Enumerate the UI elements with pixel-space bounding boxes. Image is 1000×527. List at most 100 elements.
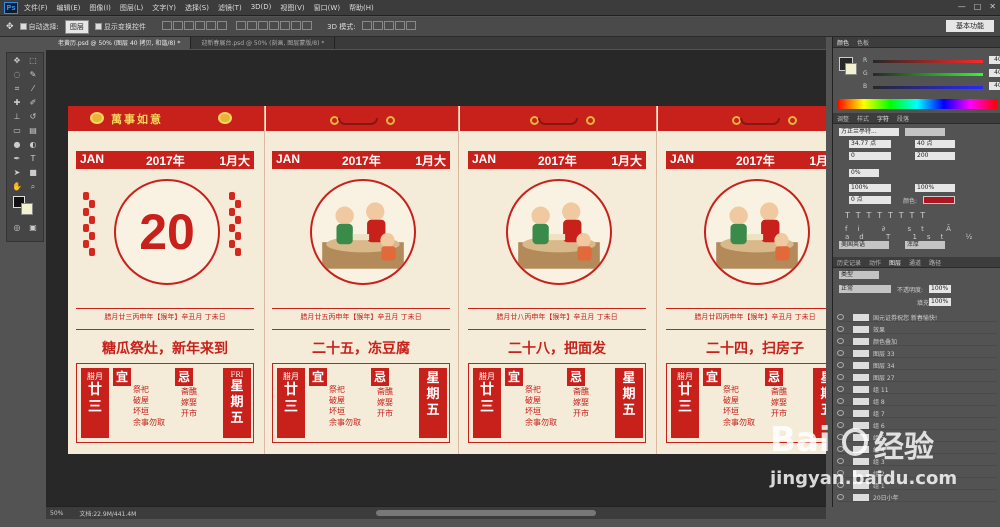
dodge-tool-icon[interactable]: ◐ [27, 140, 39, 150]
layer-filter-select[interactable]: 类型 [839, 271, 879, 279]
tab-channels[interactable]: 通道 [909, 258, 921, 267]
stamp-tool-icon[interactable]: ⊥ [11, 112, 23, 122]
visibility-eye-icon[interactable] [837, 374, 844, 380]
tab-color[interactable]: 颜色 [837, 38, 849, 47]
tab-yingxinchun[interactable]: 迎新春展台.psd @ 50% (刻画, 图层蒙版/8) * [191, 37, 336, 49]
text-color-swatch[interactable] [923, 196, 955, 204]
brush-tool-icon[interactable]: ✐ [27, 98, 39, 108]
menu-item[interactable]: 图像(I) [89, 3, 111, 13]
layer-row[interactable]: 图层 33 [837, 349, 997, 358]
tab-laohuangli[interactable]: 老黄历.psd @ 50% (图层 40 拷贝, 和谐/8) * [48, 37, 192, 49]
horizontal-scrollbar[interactable] [376, 510, 596, 516]
path-select-icon[interactable]: ➤ [11, 168, 23, 178]
font-style-select[interactable] [905, 128, 945, 136]
zoom-level[interactable]: 50% [50, 510, 63, 517]
font-family-select[interactable]: 方正兰亭特... [839, 128, 899, 136]
leading-field[interactable]: 40 点 [915, 140, 955, 148]
visibility-eye-icon[interactable] [837, 386, 844, 392]
maximize-button[interactable]: □ [974, 2, 982, 11]
show-transform-checkbox[interactable]: 显示变换控件 [94, 22, 146, 32]
tab-layers[interactable]: 图层 [889, 258, 901, 267]
menu-item[interactable]: 窗口(W) [314, 3, 340, 13]
auto-select-checkbox[interactable]: 自动选择: [19, 22, 59, 32]
type-tool-icon[interactable]: T [27, 154, 39, 164]
3d-tool-icons[interactable] [361, 21, 417, 32]
eraser-tool-icon[interactable]: ▭ [11, 126, 23, 136]
auto-select-dropdown[interactable]: 图层 [64, 19, 89, 34]
blur-tool-icon[interactable]: ● [11, 140, 23, 150]
visibility-eye-icon[interactable] [837, 338, 844, 344]
tracking-field[interactable]: 200 [915, 152, 955, 160]
layer-row[interactable]: 图层 34 [837, 361, 997, 370]
quick-select-tool-icon[interactable]: ✎ [27, 70, 39, 80]
tab-history[interactable]: 历史记录 [837, 258, 861, 267]
menu-item[interactable]: 图层(L) [120, 3, 143, 13]
bg-color-chip[interactable] [845, 63, 857, 75]
opacity-field[interactable]: 100% [929, 285, 951, 293]
green-slider[interactable]: G 40 [863, 69, 1000, 79]
visibility-eye-icon[interactable] [837, 314, 844, 320]
menu-item[interactable]: 选择(S) [185, 3, 209, 13]
menu-item[interactable]: 文字(Y) [152, 3, 176, 13]
fill-field[interactable]: 100% [929, 298, 951, 306]
layer-row[interactable]: 颜色叠加 [837, 337, 997, 346]
visibility-eye-icon[interactable] [837, 398, 844, 404]
menu-item[interactable]: 滤镜(T) [218, 3, 242, 13]
menu-item[interactable]: 3D(D) [251, 3, 272, 13]
hand-tool-icon[interactable]: ✋ [11, 182, 23, 192]
background-color-swatch[interactable] [21, 203, 33, 215]
layer-row[interactable]: 组 11 [837, 385, 997, 394]
layer-row[interactable]: 图层 27 [837, 373, 997, 382]
move-tool-icon[interactable]: ✥ [6, 22, 14, 32]
tab-styles[interactable]: 样式 [857, 114, 869, 123]
history-brush-icon[interactable]: ↺ [27, 112, 39, 122]
menu-item[interactable]: 视图(V) [280, 3, 304, 13]
menu-item[interactable]: 文件(F) [24, 3, 48, 13]
visibility-eye-icon[interactable] [837, 362, 844, 368]
horizontal-scale-field[interactable]: 100% [915, 184, 955, 192]
screen-mode-icon[interactable]: ▣ [27, 223, 39, 233]
tab-adjust[interactable]: 调整 [837, 114, 849, 123]
visibility-eye-icon[interactable] [837, 326, 844, 332]
eyedropper-tool-icon[interactable]: ⁄ [27, 84, 39, 94]
color-spectrum[interactable] [837, 99, 997, 109]
antialias-select[interactable]: 浑厚 [905, 241, 945, 249]
layer-row[interactable]: 组 7 [837, 409, 997, 418]
menu-item[interactable]: 编辑(E) [57, 3, 81, 13]
pen-tool-icon[interactable]: ✒ [11, 154, 23, 164]
healing-tool-icon[interactable]: ✚ [11, 98, 23, 108]
workspace-dropdown[interactable]: 基本功能 [946, 20, 994, 32]
layer-row[interactable]: 国元证券祝您 新春愉快! [837, 313, 997, 322]
canvas-area[interactable]: 萬事如意 JAN 2017年 1月大 20 腊月廿三丙申年【猴年】辛丑月 丁未日 [46, 50, 826, 506]
text-style-buttons[interactable]: TTTTTTTT [845, 211, 931, 220]
shape-tool-icon[interactable]: ■ [27, 168, 39, 178]
red-slider[interactable]: R 40 [863, 56, 1000, 66]
visibility-eye-icon[interactable] [837, 350, 844, 356]
tab-swatches[interactable]: 色板 [857, 38, 869, 47]
language-select[interactable]: 美国英语 [839, 241, 889, 249]
tab-character[interactable]: 字符 [877, 114, 889, 123]
layer-row[interactable]: 效果 [837, 325, 997, 334]
calendar-document[interactable]: 萬事如意 JAN 2017年 1月大 20 腊月廿三丙申年【猴年】辛丑月 丁未日 [68, 106, 826, 454]
tab-paths[interactable]: 路径 [929, 258, 941, 267]
kerning-field[interactable]: 0 [849, 152, 891, 160]
visibility-eye-icon[interactable] [837, 410, 844, 416]
blend-mode-select[interactable]: 正常 [839, 285, 891, 293]
quick-mask-icon[interactable]: ◎ [11, 223, 23, 233]
marquee-tool-icon[interactable]: ⬚ [27, 56, 39, 66]
tsume-field[interactable]: 0% [849, 169, 879, 177]
tab-paragraph[interactable]: 段落 [897, 114, 909, 123]
tab-actions[interactable]: 动作 [869, 258, 881, 267]
font-size-field[interactable]: 34.77 点 [849, 140, 891, 148]
crop-tool-icon[interactable]: ⌗ [11, 84, 23, 94]
gradient-tool-icon[interactable]: ▤ [27, 126, 39, 136]
menu-item[interactable]: 帮助(H) [349, 3, 374, 13]
lasso-tool-icon[interactable]: ◌ [11, 70, 23, 80]
move-tool-icon[interactable]: ✥ [11, 56, 23, 66]
close-button[interactable]: ✕ [989, 2, 996, 11]
layer-row[interactable]: 组 8 [837, 397, 997, 406]
baseline-shift-field[interactable]: 0 点 [849, 196, 891, 204]
align-icons[interactable] [161, 21, 313, 32]
blue-slider[interactable]: B 40 [863, 82, 1000, 92]
zoom-tool-icon[interactable]: ⌕ [27, 182, 39, 192]
